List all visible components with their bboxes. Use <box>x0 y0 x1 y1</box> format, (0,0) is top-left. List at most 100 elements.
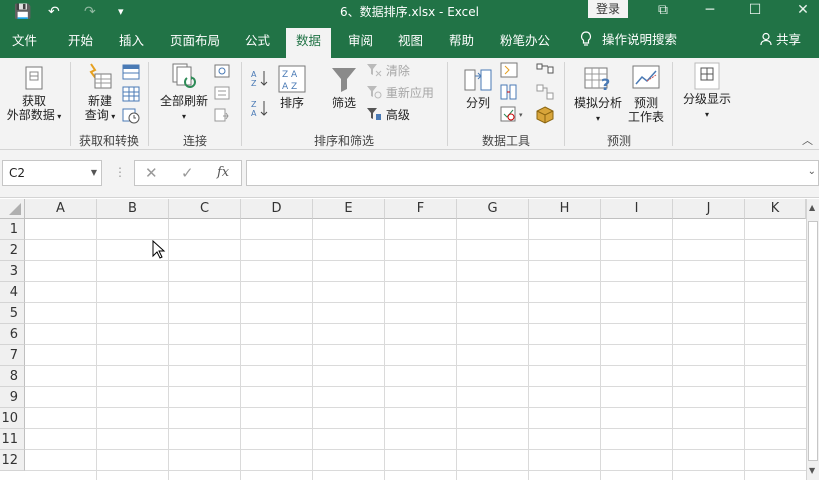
tab-formulas[interactable]: 公式 <box>245 32 270 50</box>
column-header-g[interactable]: G <box>457 199 529 219</box>
split-label: 分列 <box>465 96 490 110</box>
share-button[interactable]: 共享 <box>760 31 801 49</box>
maximize-icon[interactable]: ☐ <box>740 0 770 22</box>
sort-icon: Z A A Z <box>278 65 306 93</box>
refresh-all-label: 全部刷新 <box>159 94 208 108</box>
advanced-filter-icon <box>367 108 381 120</box>
formula-bar: C2 ▼ ⋮ ✕ ✓ fx ⌄ <box>0 150 819 198</box>
data-model-icon[interactable] <box>536 106 554 127</box>
formula-input[interactable]: ⌄ <box>246 160 819 186</box>
row-header-11[interactable]: 11 <box>0 429 25 450</box>
recent-sources-icon[interactable] <box>122 108 140 127</box>
column-header-i[interactable]: I <box>601 199 673 219</box>
advanced-filter-button[interactable]: 高级 <box>366 107 410 123</box>
row-header-1[interactable]: 1 <box>0 219 25 240</box>
column-header-j[interactable]: J <box>673 199 745 219</box>
vertical-scrollbar[interactable]: ▲ ▼ <box>806 199 819 480</box>
expand-formula-icon[interactable]: ⌄ <box>808 166 816 177</box>
tab-home[interactable]: 开始 <box>68 32 93 50</box>
column-header-c[interactable]: C <box>169 199 241 219</box>
sort-ascending-icon[interactable]: AZ <box>250 68 270 91</box>
edit-links-icon[interactable] <box>214 108 230 125</box>
new-query-label-1: 新建 <box>87 94 112 108</box>
row-header-7[interactable]: 7 <box>0 345 25 366</box>
mouse-cursor-icon <box>152 240 166 259</box>
scrollbar-thumb[interactable] <box>808 221 818 461</box>
column-header-k[interactable]: K <box>745 199 806 219</box>
filter-button[interactable]: 筛选 <box>326 64 362 110</box>
tab-help[interactable]: 帮助 <box>449 32 474 50</box>
group-separator <box>241 62 242 146</box>
select-all-corner[interactable] <box>0 199 25 219</box>
insert-function-icon[interactable]: fx <box>217 165 229 180</box>
row-header-5[interactable]: 5 <box>0 303 25 324</box>
column-header-f[interactable]: F <box>385 199 457 219</box>
what-if-analysis-button[interactable]: ? 模拟分析 ▾ <box>570 64 626 126</box>
group-forecast-label: 预测 <box>606 134 631 148</box>
row-header-4[interactable]: 4 <box>0 282 25 303</box>
ribbon-tabs: 文件 开始 插入 页面布局 公式 数据 审阅 视图 帮助 粉笔办公 操作说明搜索… <box>0 24 819 58</box>
row-header-10[interactable]: 10 <box>0 408 25 429</box>
cancel-entry-icon[interactable]: ✕ <box>145 164 158 182</box>
tab-data[interactable]: 数据 <box>286 28 332 58</box>
sort-button[interactable]: Z A A Z 排序 <box>274 64 310 110</box>
close-icon[interactable]: ✕ <box>788 0 818 22</box>
column-header-h[interactable]: H <box>529 199 601 219</box>
get-external-data-button[interactable]: 获取 外部数据 ▾ <box>4 66 64 124</box>
tab-page-layout[interactable]: 页面布局 <box>170 32 220 50</box>
column-header-b[interactable]: B <box>97 199 169 219</box>
forecast-label-2: 工作表 <box>627 110 664 124</box>
flash-fill-icon[interactable] <box>500 62 518 81</box>
row-header-6[interactable]: 6 <box>0 324 25 345</box>
clear-label: 清除 <box>385 64 410 78</box>
data-validation-icon[interactable]: ▾ <box>500 106 526 125</box>
tab-file[interactable]: 文件 <box>12 32 37 50</box>
connections-icon[interactable] <box>214 64 230 81</box>
column-header-d[interactable]: D <box>241 199 313 219</box>
tab-review[interactable]: 审阅 <box>348 32 373 50</box>
cell-area[interactable] <box>25 219 806 480</box>
from-table-icon[interactable] <box>122 86 140 105</box>
text-to-columns-button[interactable]: 分列 <box>460 64 496 110</box>
clear-filter-icon <box>367 64 382 77</box>
sort-label: 排序 <box>279 96 304 110</box>
properties-icon[interactable] <box>214 86 230 103</box>
reapply-button[interactable]: 重新应用 <box>366 85 434 101</box>
get-external-label-1: 获取 <box>21 94 46 108</box>
scroll-down-icon[interactable]: ▼ <box>809 466 815 475</box>
tab-insert[interactable]: 插入 <box>119 32 144 50</box>
scroll-up-icon[interactable]: ▲ <box>809 203 815 212</box>
new-query-button[interactable]: 新建 查询 ▾ <box>78 62 122 124</box>
relationships-icon[interactable] <box>536 84 554 103</box>
refresh-all-icon <box>172 63 196 88</box>
forecast-sheet-button[interactable]: 预测 工作表 <box>626 64 666 124</box>
consolidate-icon[interactable] <box>536 62 554 81</box>
group-data-tools-label: 数据工具 <box>481 134 530 148</box>
row-header-12[interactable]: 12 <box>0 450 25 471</box>
remove-duplicates-icon[interactable] <box>500 84 518 103</box>
svg-text:Z: Z <box>251 79 257 88</box>
outline-button[interactable]: 分级显示 ▾ <box>680 62 734 122</box>
tell-me-search[interactable]: 操作说明搜索 <box>580 31 677 49</box>
ribbon-display-options-icon[interactable]: ⧉ <box>648 0 678 22</box>
collapse-ribbon-icon[interactable]: ︿ <box>802 132 813 148</box>
name-box[interactable]: C2 ▼ <box>2 160 102 186</box>
confirm-entry-icon[interactable]: ✓ <box>181 164 194 182</box>
show-queries-icon[interactable] <box>122 64 140 83</box>
row-header-3[interactable]: 3 <box>0 261 25 282</box>
tab-view[interactable]: 视图 <box>398 32 423 50</box>
name-box-dropdown-icon[interactable]: ▼ <box>91 161 97 185</box>
tab-fenbi-office[interactable]: 粉笔办公 <box>500 32 550 50</box>
group-sort-filter-label: 排序和筛选 <box>313 134 374 148</box>
row-header-2[interactable]: 2 <box>0 240 25 261</box>
sort-descending-icon[interactable]: ZA <box>250 98 270 121</box>
column-header-a[interactable]: A <box>25 199 97 219</box>
minimize-icon[interactable]: ─ <box>695 0 725 22</box>
row-header-9[interactable]: 9 <box>0 387 25 408</box>
svg-text:?: ? <box>601 75 610 94</box>
column-header-e[interactable]: E <box>313 199 385 219</box>
clear-filter-button[interactable]: 清除 <box>366 63 410 79</box>
row-header-8[interactable]: 8 <box>0 366 25 387</box>
login-button[interactable]: 登录 <box>588 0 628 18</box>
refresh-all-button[interactable]: 全部刷新 ▾ <box>156 62 212 124</box>
